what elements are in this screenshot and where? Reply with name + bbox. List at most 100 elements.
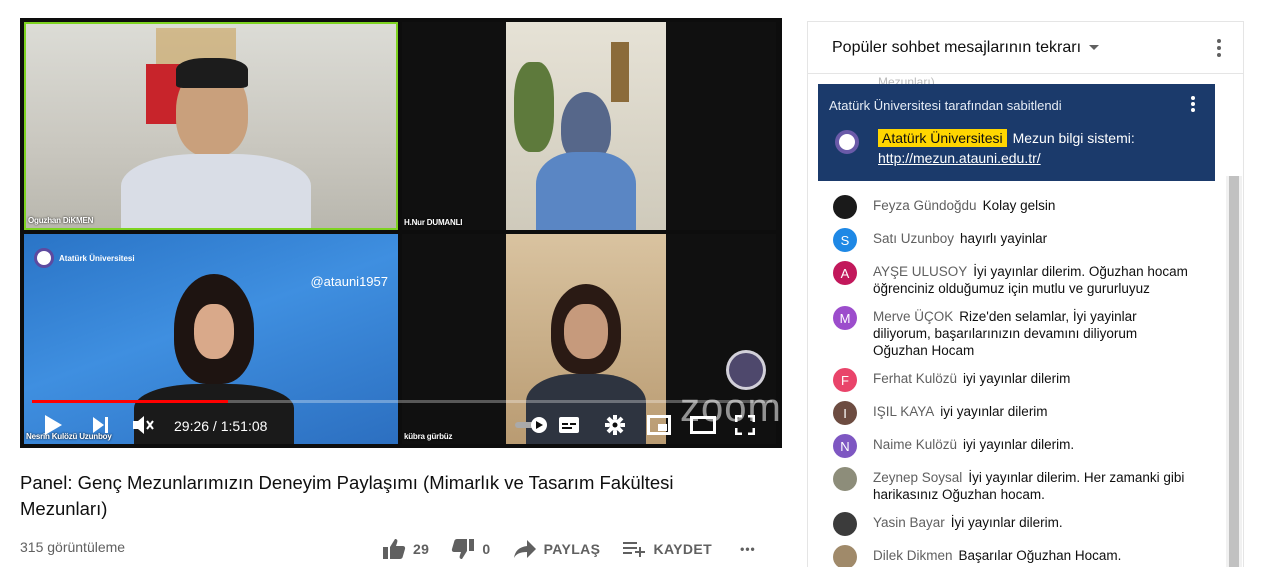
- pinned-body: Atatürk Üniversitesi Mezun bilgi sistemi:…: [878, 128, 1178, 168]
- fullscreen-icon[interactable]: [732, 412, 758, 438]
- chat-message-text: Dilek Dikmen Başarılar Oğuzhan Hocam.: [873, 544, 1121, 567]
- participant-shirt: [121, 154, 311, 228]
- avatar[interactable]: A: [833, 261, 857, 285]
- channel-handle: @atauni1957: [310, 274, 388, 289]
- pinned-text: Mezun bilgi sistemi:: [1012, 130, 1135, 146]
- chat-message-body: İyi yayınlar dilerim.: [950, 515, 1063, 530]
- video-title: Panel: Genç Mezunlarımızın Deneyim Payla…: [20, 472, 674, 519]
- playlist-add-icon: [623, 542, 646, 557]
- chat-message: M Merve ÜÇOK Rize'den selamlar, İyi yayinl…: [808, 301, 1218, 363]
- chat-message: N Naime Kulözü iyi yayınlar dilerim.: [808, 429, 1218, 462]
- pinned-header: Atatürk Üniversitesi tarafından sabitlen…: [829, 98, 1062, 113]
- chat-message-body: Başarılar Oğuzhan Hocam.: [958, 548, 1122, 563]
- avatar[interactable]: I: [833, 401, 857, 425]
- avatar[interactable]: [833, 512, 857, 536]
- video-player[interactable]: Oguzhan DiKMEN H.Nur DUMANLI Atatürk Üni…: [20, 18, 782, 448]
- time-separator: /: [209, 418, 221, 434]
- participant-room: [506, 22, 666, 230]
- university-brand-text: Atatürk Üniversitesi: [59, 253, 135, 263]
- avatar[interactable]: S: [833, 228, 857, 252]
- avatar[interactable]: [833, 545, 857, 567]
- chat-author-name[interactable]: Ferhat Kulözü: [873, 371, 957, 386]
- avatar[interactable]: N: [833, 434, 857, 458]
- mute-icon[interactable]: [130, 412, 156, 438]
- chat-message-body: Kolay gelsin: [982, 198, 1056, 213]
- chat-message: F Ferhat Kulözü iyi yayınlar dilerim: [808, 363, 1218, 396]
- time-current: 29:26: [174, 418, 210, 434]
- next-icon[interactable]: [88, 412, 114, 438]
- pinned-author-badge[interactable]: Atatürk Üniversitesi: [878, 129, 1007, 147]
- chat-author-name[interactable]: Zeynep Soysal: [873, 470, 962, 485]
- thumbs-down-icon: [452, 539, 475, 559]
- chat-message-body: iyi yayınlar dilerim: [963, 371, 1071, 386]
- more-actions-button[interactable]: •••: [734, 542, 756, 556]
- chat-message: S Satı Uzunboy hayırlı yayinlar: [808, 223, 1218, 256]
- chat-author-name[interactable]: AYŞE ULUSOY: [873, 264, 967, 279]
- pinned-link[interactable]: http://mezun.atauni.edu.tr/: [878, 150, 1041, 166]
- share-label: PAYLAŞ: [543, 541, 601, 557]
- avatar[interactable]: [833, 195, 857, 219]
- chat-message: Zeynep Soysal İyi yayınlar dilerim. Her z…: [808, 462, 1218, 507]
- chat-message-text: Yasin Bayar İyi yayınlar dilerim.: [873, 511, 1063, 536]
- chat-menu-icon[interactable]: [1217, 39, 1221, 57]
- participant-name-1: Oguzhan DiKMEN: [28, 216, 94, 225]
- participant-tile-1: Oguzhan DiKMEN: [24, 22, 398, 230]
- dislike-button[interactable]: 0: [451, 538, 490, 560]
- chat-author-name[interactable]: Dilek Dikmen: [873, 548, 953, 563]
- university-seal-watermark-icon: [726, 350, 766, 390]
- chat-author-name[interactable]: Feyza Gündoğdu: [873, 198, 977, 213]
- chat-message-body: iyi yayınlar dilerim: [940, 404, 1048, 419]
- avatar[interactable]: F: [833, 368, 857, 392]
- chat-message-body: iyi yayınlar dilerim.: [963, 437, 1075, 452]
- chat-message: A AYŞE ULUSOY İyi yayınlar dilerim. Oğuzha…: [808, 256, 1218, 301]
- university-seal-icon: [34, 248, 54, 268]
- chat-mode-dropdown[interactable]: Popüler sohbet mesajlarının tekrarı: [832, 39, 1081, 57]
- chevron-down-icon[interactable]: [1089, 45, 1100, 50]
- chat-message: Dilek Dikmen Başarılar Oğuzhan Hocam.: [808, 540, 1218, 567]
- progress-bar[interactable]: [32, 400, 772, 403]
- university-branding: Atatürk Üniversitesi: [34, 248, 135, 268]
- pinned-message: Atatürk Üniversitesi tarafından sabitlen…: [818, 84, 1215, 181]
- chat-author-name[interactable]: Naime Kulözü: [873, 437, 957, 452]
- progress-bar-fill: [32, 400, 229, 403]
- miniplayer-icon[interactable]: [646, 412, 672, 438]
- share-button[interactable]: PAYLAŞ: [513, 539, 601, 559]
- avatar[interactable]: M: [833, 306, 857, 330]
- chat-message-list: Feyza Gündoğdu Kolay gelsin S Satı Uzunboy h…: [808, 190, 1218, 567]
- like-button[interactable]: 29: [382, 538, 429, 560]
- participant-hair: [176, 58, 248, 88]
- chat-message: Yasin Bayar İyi yayınlar dilerim.: [808, 507, 1218, 540]
- chat-message-text: IŞIL KAYA iyi yayınlar dilerim: [873, 400, 1048, 425]
- view-count: 315 görüntüleme: [20, 539, 126, 555]
- chat-message: Feyza Gündoğdu Kolay gelsin: [808, 190, 1218, 223]
- share-arrow-icon: [513, 540, 536, 558]
- chat-author-name[interactable]: Yasin Bayar: [873, 515, 945, 530]
- page: Oguzhan DiKMEN H.Nur DUMANLI Atatürk Üni…: [0, 0, 1263, 567]
- like-count: 29: [413, 541, 430, 557]
- theater-mode-icon[interactable]: [690, 412, 716, 438]
- chat-message-text: Satı Uzunboy hayırlı yayinlar: [873, 227, 1047, 252]
- time-display: 29:26 / 1:51:08: [174, 418, 267, 434]
- dislike-count: 0: [482, 541, 491, 557]
- video-actions: 29 0 PAYLAŞ KAYDET •••: [382, 538, 778, 560]
- pinned-menu-icon[interactable]: [1191, 96, 1195, 112]
- chat-author-name[interactable]: Satı Uzunboy: [873, 231, 954, 246]
- chat-scrollbar-thumb[interactable]: [1229, 176, 1239, 567]
- save-button[interactable]: KAYDET: [622, 539, 712, 559]
- chat-message-text: Zeynep Soysal İyi yayınlar dilerim. Her z…: [873, 466, 1194, 503]
- play-icon[interactable]: [40, 412, 66, 438]
- subtitles-icon[interactable]: [556, 412, 582, 438]
- avatar[interactable]: [833, 467, 857, 491]
- chat-author-name[interactable]: IŞIL KAYA: [873, 404, 934, 419]
- chat-author-name[interactable]: Merve ÜÇOK: [873, 309, 953, 324]
- chat-message-text: Merve ÜÇOK Rize'den selamlar, İyi yayinla…: [873, 305, 1194, 359]
- chat-message: I IŞIL KAYA iyi yayınlar dilerim: [808, 396, 1218, 429]
- pinned-author-avatar[interactable]: [835, 130, 859, 154]
- thumbs-up-icon: [383, 539, 406, 559]
- time-total: 1:51:08: [220, 418, 268, 434]
- settings-gear-icon[interactable]: [602, 412, 628, 438]
- chat-scrollbar[interactable]: [1226, 176, 1242, 567]
- player-controls: 29:26 / 1:51:08: [20, 404, 782, 448]
- autoplay-toggle-icon[interactable]: [514, 412, 550, 438]
- chat-message-text: Ferhat Kulözü iyi yayınlar dilerim: [873, 367, 1070, 392]
